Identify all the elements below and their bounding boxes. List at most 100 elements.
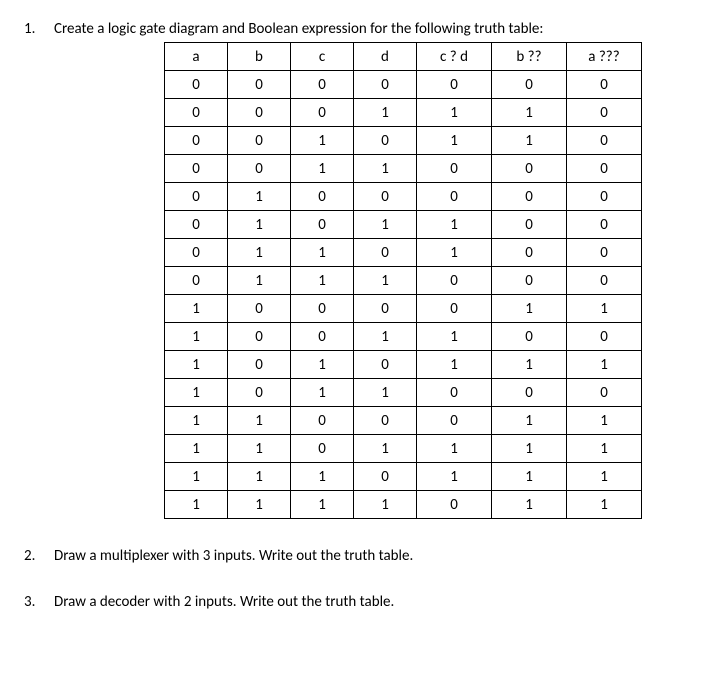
table-cell: 0 (354, 183, 417, 211)
table-cell: 1 (417, 463, 492, 491)
table-cell: 0 (492, 379, 567, 407)
table-row: 1111011 (165, 491, 642, 519)
table-cell: 1 (492, 407, 567, 435)
table-cell: 1 (354, 435, 417, 463)
table-cell: 1 (354, 267, 417, 295)
table-cell: 0 (291, 211, 354, 239)
table-cell: 1 (354, 155, 417, 183)
table-cell: 0 (417, 407, 492, 435)
table-cell: 1 (228, 435, 291, 463)
table-cell: 1 (492, 351, 567, 379)
table-cell: 0 (228, 323, 291, 351)
table-cell: 1 (165, 295, 228, 323)
table-cell: 0 (492, 239, 567, 267)
table-cell: 0 (291, 435, 354, 463)
table-cell: 0 (492, 155, 567, 183)
table-cell: 0 (492, 71, 567, 99)
table-cell: 0 (165, 267, 228, 295)
table-cell: 1 (228, 463, 291, 491)
table-row: 0110100 (165, 239, 642, 267)
table-cell: 0 (291, 323, 354, 351)
table-cell: 1 (291, 127, 354, 155)
table-cell: 1 (291, 463, 354, 491)
table-row: 1010111 (165, 351, 642, 379)
table-cell: 0 (165, 71, 228, 99)
table-cell: 0 (165, 99, 228, 127)
table-cell: 1 (492, 491, 567, 519)
table-cell: 1 (228, 183, 291, 211)
table-cell: 0 (354, 127, 417, 155)
table-cell: 1 (492, 295, 567, 323)
table-body: 0000000000111000101100011000010000001011… (165, 71, 642, 519)
table-cell: 1 (228, 267, 291, 295)
table-cell: 1 (417, 435, 492, 463)
table-cell: 0 (165, 183, 228, 211)
table-cell: 0 (417, 183, 492, 211)
question-3-number: 3. (24, 593, 42, 611)
table-cell: 0 (291, 183, 354, 211)
table-cell: 0 (354, 71, 417, 99)
table-row: 0111000 (165, 267, 642, 295)
th-b2: b ?? (492, 43, 567, 71)
table-cell: 1 (291, 379, 354, 407)
table-cell: 0 (567, 379, 642, 407)
table-cell: 0 (492, 323, 567, 351)
table-cell: 0 (354, 407, 417, 435)
question-1-text: Create a logic gate diagram and Boolean … (54, 20, 543, 38)
th-a: a (165, 43, 228, 71)
table-row: 0010110 (165, 127, 642, 155)
table-cell: 0 (291, 71, 354, 99)
table-row: 1110111 (165, 463, 642, 491)
table-cell: 0 (417, 71, 492, 99)
table-cell: 0 (417, 379, 492, 407)
table-cell: 1 (492, 127, 567, 155)
table-cell: 1 (165, 351, 228, 379)
table-cell: 0 (567, 211, 642, 239)
table-cell: 0 (228, 351, 291, 379)
table-row: 1001100 (165, 323, 642, 351)
table-cell: 1 (567, 407, 642, 435)
table-cell: 0 (567, 323, 642, 351)
table-row: 0001110 (165, 99, 642, 127)
table-cell: 1 (567, 351, 642, 379)
table-cell: 0 (228, 155, 291, 183)
table-cell: 1 (354, 99, 417, 127)
table-cell: 1 (492, 435, 567, 463)
table-cell: 0 (228, 127, 291, 155)
table-cell: 0 (417, 267, 492, 295)
table-cell: 0 (291, 99, 354, 127)
table-cell: 1 (228, 211, 291, 239)
table-row: 0000000 (165, 71, 642, 99)
table-cell: 0 (165, 211, 228, 239)
table-cell: 0 (354, 239, 417, 267)
table-cell: 1 (417, 99, 492, 127)
table-cell: 1 (165, 491, 228, 519)
table-cell: 1 (492, 463, 567, 491)
table-cell: 0 (492, 211, 567, 239)
question-3-line: 3. Draw a decoder with 2 inputs. Write o… (24, 593, 685, 611)
table-row: 0100000 (165, 183, 642, 211)
table-cell: 0 (567, 127, 642, 155)
question-1-number: 1. (24, 20, 42, 38)
table-header-row: a b c d c ? d b ?? a ??? (165, 43, 642, 71)
table-cell: 1 (417, 239, 492, 267)
table-cell: 0 (417, 295, 492, 323)
table-cell: 0 (567, 267, 642, 295)
table-cell: 0 (228, 379, 291, 407)
table-cell: 1 (417, 211, 492, 239)
table-cell: 1 (354, 323, 417, 351)
th-d: d (354, 43, 417, 71)
table-cell: 1 (165, 463, 228, 491)
table-cell: 0 (492, 183, 567, 211)
table-cell: 1 (291, 351, 354, 379)
table-cell: 0 (228, 295, 291, 323)
table-cell: 0 (492, 267, 567, 295)
table-cell: 0 (228, 71, 291, 99)
question-3: 3. Draw a decoder with 2 inputs. Write o… (24, 593, 685, 611)
th-c: c (291, 43, 354, 71)
question-2-number: 2. (24, 547, 42, 565)
table-cell: 1 (165, 435, 228, 463)
question-3-text: Draw a decoder with 2 inputs. Write out … (54, 593, 394, 611)
th-a2: a ??? (567, 43, 642, 71)
table-row: 1011000 (165, 379, 642, 407)
